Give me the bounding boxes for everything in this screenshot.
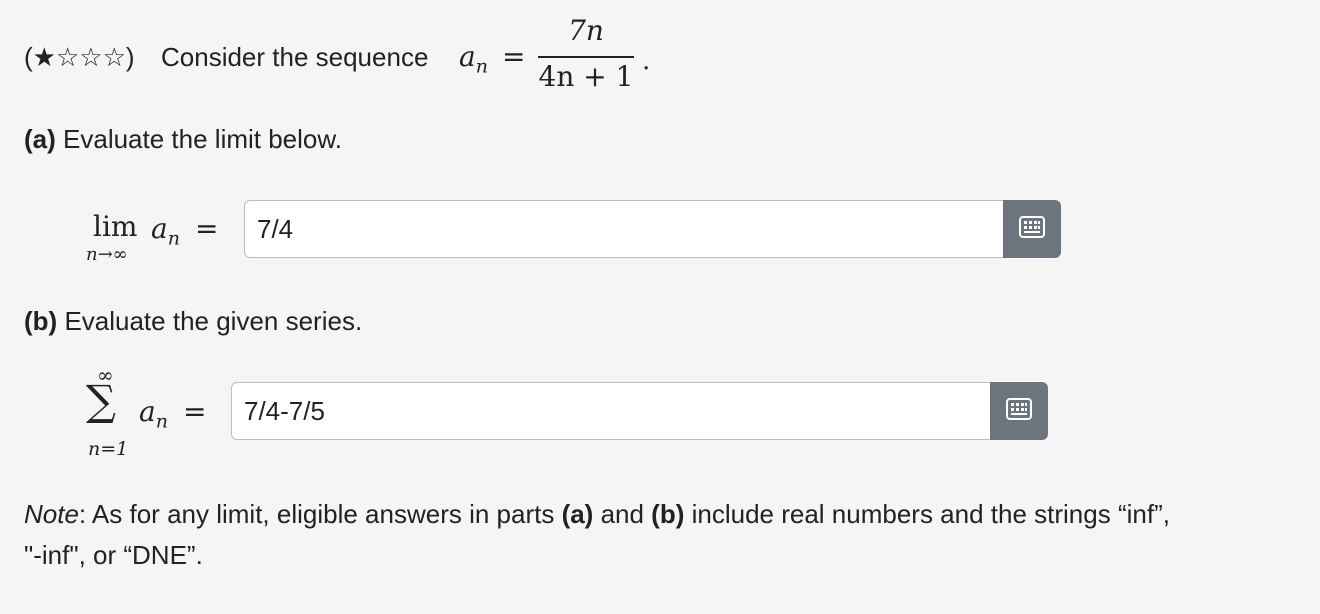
part-a-answer-group <box>244 200 1061 258</box>
sequence-symbol: an <box>459 40 488 78</box>
part-b-label: (b) <box>24 306 58 336</box>
part-a-keyboard-button[interactable] <box>1003 200 1061 258</box>
sum-variable: an <box>139 395 168 433</box>
sum-lower-limit: n=1 <box>88 438 129 460</box>
part-b-heading: (b) Evaluate the given series. <box>24 306 362 337</box>
limit-equals: = <box>195 212 219 245</box>
limit-variable: an <box>151 212 180 250</box>
statement-period: . <box>642 46 651 76</box>
equals-sign: = <box>502 40 526 73</box>
limit-word: lim <box>93 210 138 243</box>
part-b-keyboard-button[interactable] <box>990 382 1048 440</box>
sequence-fraction: 7n 4n + 1 <box>538 14 634 98</box>
part-b-prompt: Evaluate the given series. <box>64 306 363 336</box>
part-a-label: (a) <box>24 124 56 154</box>
note-text: : As for any limit, eligible answers in … <box>78 499 562 529</box>
fraction-denominator: 4n + 1 <box>538 60 634 93</box>
difficulty-stars: ★☆☆☆ <box>32 42 126 72</box>
fraction-numerator: 7n <box>568 14 604 47</box>
keyboard-icon <box>1019 215 1045 243</box>
fraction-bar <box>538 56 634 58</box>
part-b-answer-input[interactable] <box>231 382 990 440</box>
sum-equals: = <box>183 395 207 428</box>
intro-text: Consider the sequence <box>161 42 429 72</box>
keyboard-icon <box>1006 397 1032 425</box>
note-and: and <box>593 499 652 529</box>
part-a-prompt: Evaluate the limit below. <box>63 124 342 154</box>
note-part-a: (a) <box>561 499 594 529</box>
note-label: Note <box>24 499 79 529</box>
part-a-answer-input[interactable] <box>244 200 1003 258</box>
part-a-heading: (a) Evaluate the limit below. <box>24 124 342 155</box>
note-part-b: (b) <box>651 499 685 529</box>
difficulty-rating: (★☆☆☆) <box>24 42 135 72</box>
answer-note: Note: As for any limit, eligible answers… <box>24 494 1304 576</box>
note-line-2: "-inf", or “DNE”. <box>24 540 203 570</box>
note-text-2: include real numbers and the strings “in… <box>684 499 1170 529</box>
part-b-answer-group <box>231 382 1048 440</box>
sum-symbol: ∑ <box>86 376 116 425</box>
limit-subscript: n→∞ <box>86 244 128 265</box>
